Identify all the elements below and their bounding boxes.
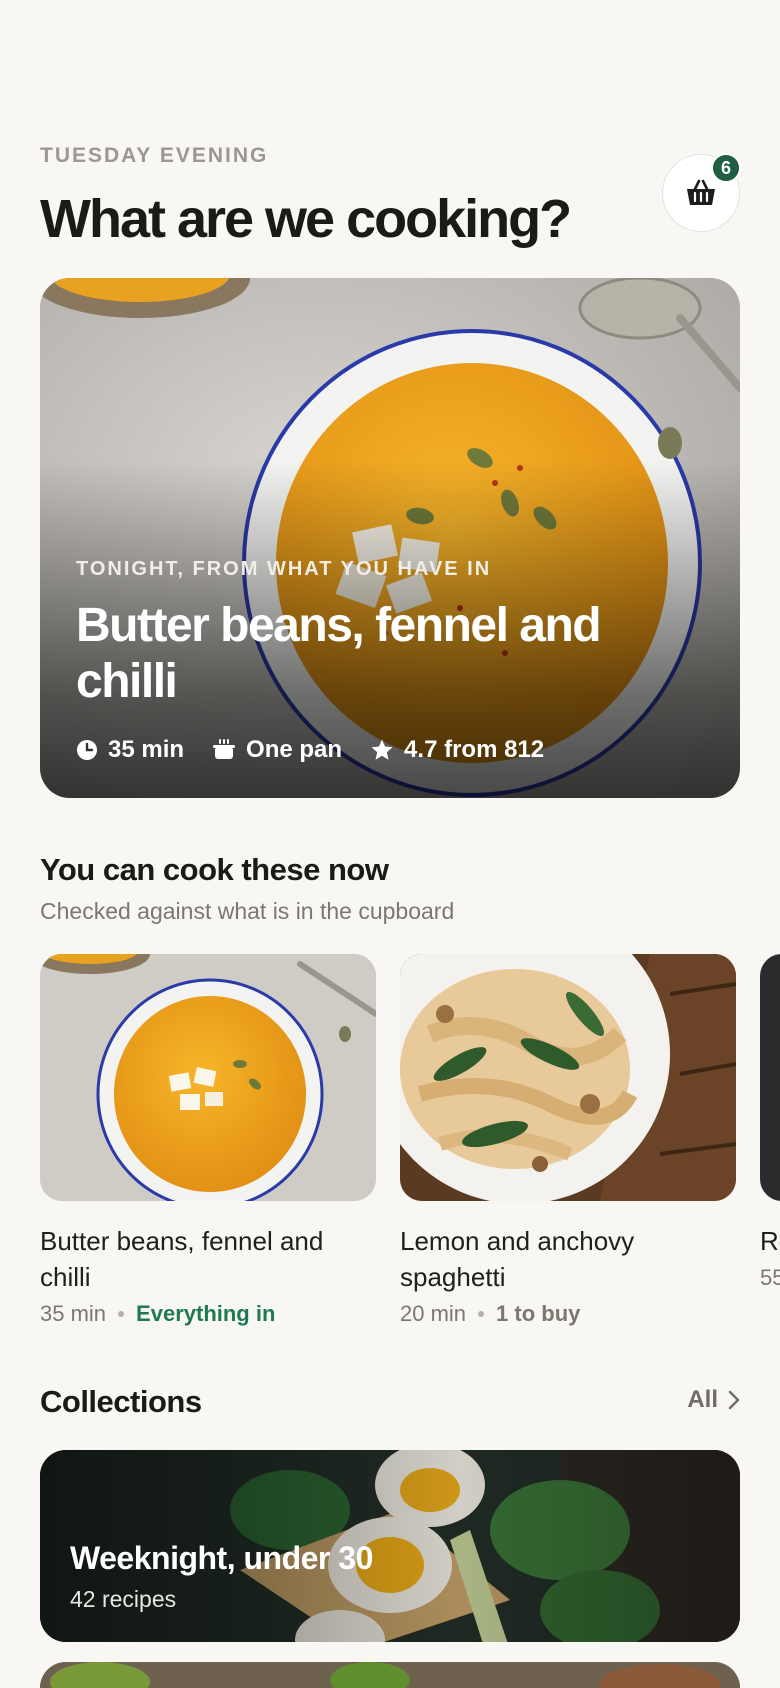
recipe-card[interactable]: Lemon and anchovy spaghetti 20 min 1 to …	[400, 954, 736, 1327]
collections-all-label: All	[687, 1386, 718, 1413]
recipe-card[interactable]: Butter beans, fennel and chilli 35 min E…	[40, 954, 376, 1327]
recipe-title: Butter beans, fennel and chilli	[40, 1226, 324, 1292]
basket-icon	[687, 179, 715, 205]
basket-count-badge: 6	[711, 153, 741, 183]
clock-icon	[77, 740, 97, 760]
recipe-image	[400, 954, 736, 1201]
hero-rating: 4.7 from 812	[370, 736, 544, 764]
hero-method-label: One pan	[246, 736, 343, 763]
hero-eyebrow: TONIGHT, FROM WHAT YOU HAVE IN	[76, 558, 492, 580]
recipe-time: 35 min	[40, 1301, 107, 1326]
hero-time: 35 min	[76, 736, 184, 764]
section-subtitle-cook-now: Checked against what is in the cupboard	[40, 898, 455, 924]
star-icon	[371, 739, 393, 760]
recipe-title: Re	[760, 1226, 780, 1256]
collection-title: Weeknight, under 30	[70, 1540, 373, 1576]
recipe-image	[760, 954, 780, 1201]
recipe-meta: 35 min Everything in	[40, 1301, 376, 1327]
recipe-status: 1 to buy	[496, 1301, 581, 1326]
hero-recipe-card[interactable]: TONIGHT, FROM WHAT YOU HAVE IN Butter be…	[40, 278, 740, 798]
hero-rating-label: 4.7 from 812	[404, 736, 545, 763]
recipe-image	[40, 954, 376, 1201]
collection-count: 42 recipes	[70, 1586, 177, 1612]
hero-time-label: 35 min	[108, 736, 185, 763]
page-header: TUESDAY EVENING What are we cooking? 6	[40, 144, 741, 249]
recipe-meta: 20 min 1 to buy	[400, 1301, 736, 1327]
page-title: What are we cooking?	[40, 189, 572, 249]
recipe-time: 20 min	[400, 1301, 467, 1326]
recipe-title: Lemon and anchovy spaghetti	[400, 1226, 635, 1292]
collections-all-link[interactable]: All	[687, 1386, 740, 1414]
recipe-card[interactable]: Re 55	[760, 954, 780, 1291]
recipe-meta: 55	[760, 1265, 780, 1291]
pot-icon	[213, 739, 236, 759]
recipe-status: Everything in	[136, 1301, 276, 1326]
section-title-collections: Collections	[40, 1384, 202, 1419]
day-label: TUESDAY EVENING	[40, 144, 269, 167]
separator-dot	[478, 1311, 485, 1317]
hero-meta: 35 min One pan 4.7 from 812	[76, 736, 544, 764]
collection-card[interactable]: Weeknight, under 30 42 recipes	[40, 1450, 740, 1642]
collection-image	[40, 1662, 740, 1688]
section-title-cook-now: You can cook these now	[40, 852, 389, 887]
hero-title: Butter beans, fennel and chilli	[76, 599, 602, 708]
chevron-right-icon	[728, 1390, 740, 1410]
collection-card[interactable]	[40, 1662, 740, 1688]
recipe-time: 55	[760, 1265, 780, 1290]
hero-method: One pan	[212, 736, 342, 764]
basket-button[interactable]: 6	[662, 153, 741, 232]
separator-dot	[118, 1311, 125, 1317]
